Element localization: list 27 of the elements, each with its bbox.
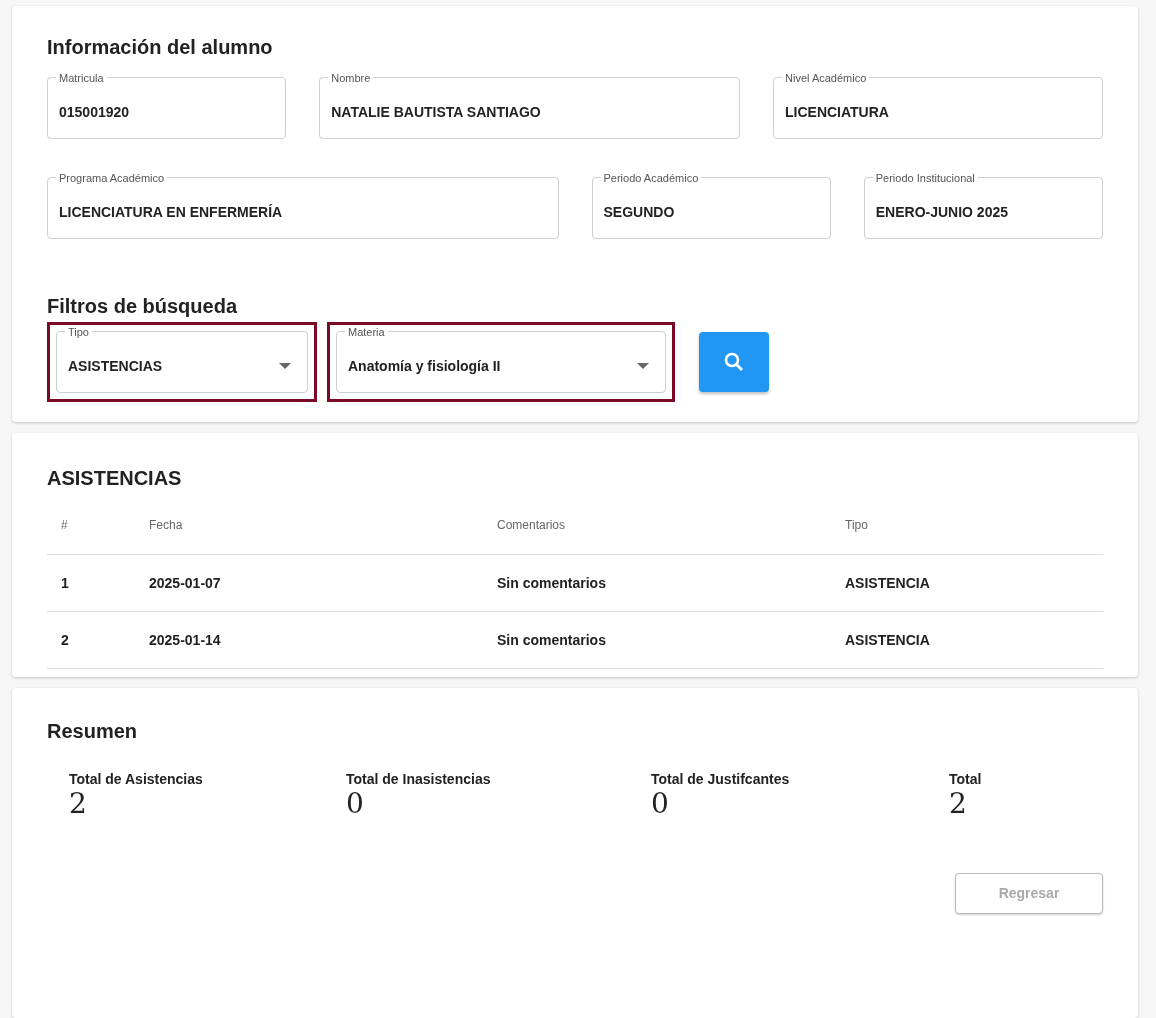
stat-label: Total de Asistencias	[69, 771, 204, 787]
table-cell: ASISTENCIA	[845, 632, 930, 648]
column-header: Tipo	[845, 518, 868, 532]
table-cell: Sin comentarios	[497, 632, 606, 648]
table-cell: Sin comentarios	[497, 575, 606, 591]
stat-value: 2	[69, 787, 88, 821]
column-header: Comentarios	[497, 518, 566, 532]
section-title: ASISTENCIAS	[47, 467, 183, 490]
caret-icon	[279, 363, 291, 369]
stat-value: 2	[949, 787, 968, 821]
caret-icon	[637, 363, 649, 369]
stat-label: Total	[949, 771, 983, 787]
section-title: Filtros de búsqueda	[47, 295, 239, 318]
stat-label: Total de Justifcantes	[651, 771, 791, 787]
stat-value: 0	[346, 787, 365, 821]
stat-value: 0	[651, 787, 670, 821]
search-button[interactable]	[699, 332, 769, 392]
table-cell: 2025-01-07	[149, 575, 221, 591]
section-title: Información del alumno	[47, 36, 274, 59]
stat-label: Total de Inasistencias	[346, 771, 492, 787]
table-cell: ASISTENCIA	[845, 575, 930, 591]
table-cell: 2025-01-14	[149, 632, 221, 648]
column-header: #	[61, 518, 68, 532]
table-cell: 2	[61, 632, 69, 648]
table-cell: 1	[61, 575, 69, 591]
section-title: Resumen	[47, 720, 139, 743]
column-header: Fecha	[149, 518, 183, 532]
